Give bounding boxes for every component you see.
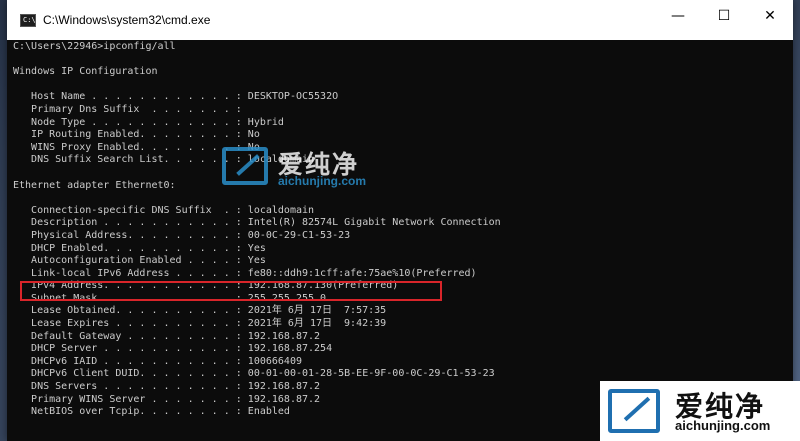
- console-line: C:\Users\22946>ipconfig/all: [13, 41, 176, 52]
- console-line: Link-local IPv6 Address . . . . . : fe80…: [13, 267, 477, 279]
- console-line: DHCPv6 Client DUID. . . . . . . . : 00-0…: [13, 368, 495, 380]
- watermark-en-text: aichunjing.com: [278, 174, 367, 188]
- console-line: Host Name . . . . . . . . . . . . : DESK…: [13, 91, 339, 103]
- console-line: DHCP Enabled. . . . . . . . . . . : Yes: [13, 242, 266, 254]
- console-line: DHCPv6 IAID . . . . . . . . . . . : 1006…: [13, 355, 302, 367]
- console-line: Description . . . . . . . . . . . : Inte…: [13, 217, 501, 229]
- console-line: Windows IP Configuration: [13, 66, 158, 78]
- window-controls: — ☐ ✕: [655, 0, 793, 40]
- console-line: Autoconfiguration Enabled . . . . : Yes: [13, 255, 266, 267]
- console-line: IP Routing Enabled. . . . . . . . : No: [13, 129, 260, 141]
- title-bar[interactable]: C:\ C:\Windows\system32\cmd.exe — ☐ ✕: [7, 0, 793, 40]
- watermark-corner: 爱纯净 aichunjing.com: [600, 381, 800, 441]
- console-line: Primary Dns Suffix . . . . . . . :: [13, 103, 242, 115]
- watermark-center: 爱纯净 aichunjing.com: [222, 145, 407, 191]
- watermark-corner-en-text: aichunjing.com: [675, 418, 771, 433]
- window-title: C:\Windows\system32\cmd.exe: [43, 13, 211, 27]
- console-line: Subnet Mask . . . . . . . . . . . : 255.…: [13, 292, 327, 304]
- cmd-icon: C:\: [20, 13, 36, 27]
- maximize-button[interactable]: ☐: [701, 0, 747, 32]
- watermark-corner-logo-icon: [608, 389, 660, 433]
- console-line: Default Gateway . . . . . . . . . : 192.…: [13, 330, 321, 342]
- console-line: Lease Obtained. . . . . . . . . . : 2021…: [13, 305, 387, 317]
- close-button[interactable]: ✕: [747, 0, 793, 32]
- watermark-logo-icon: [222, 147, 268, 185]
- console-line: IPv4 Address. . . . . . . . . . . : 192.…: [13, 280, 399, 292]
- console-line: DHCP Server . . . . . . . . . . . : 192.…: [13, 343, 333, 355]
- cmd-window[interactable]: C:\ C:\Windows\system32\cmd.exe — ☐ ✕ C:…: [7, 0, 793, 441]
- console-line: Physical Address. . . . . . . . . : 00-0…: [13, 229, 351, 241]
- console-line: Connection-specific DNS Suffix . : local…: [13, 204, 315, 216]
- console-line: Lease Expires . . . . . . . . . . : 2021…: [13, 318, 387, 330]
- cmd-icon-text: C:\: [23, 15, 36, 24]
- console-line: Node Type . . . . . . . . . . . . : Hybr…: [13, 116, 284, 128]
- minimize-button[interactable]: —: [655, 0, 701, 32]
